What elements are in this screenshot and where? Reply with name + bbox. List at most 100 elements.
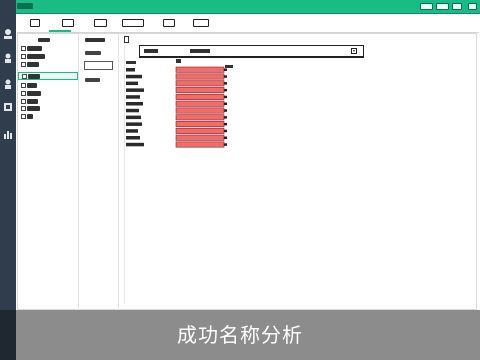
window-control-2[interactable] (436, 3, 449, 10)
chart-category-label (126, 74, 142, 79)
tree-node[interactable] (21, 54, 45, 60)
folder-icon (21, 114, 26, 119)
tree-node-label (27, 62, 39, 67)
chart-icon (4, 131, 12, 139)
tree-node-label (27, 46, 42, 51)
chart-legend-marker (176, 59, 181, 63)
chart-bar-value-tick (224, 143, 227, 146)
folder-icon (21, 91, 26, 96)
toolbar-button-2[interactable] (62, 19, 74, 27)
chart-category-label (126, 81, 138, 86)
page-icon[interactable] (124, 36, 129, 43)
chart-category-label (126, 122, 142, 126)
person-icon (5, 79, 11, 89)
chart-bar-value-tick (224, 88, 227, 92)
toolbar-button-5[interactable] (163, 19, 175, 27)
chart-bar[interactable] (175, 127, 225, 134)
tree-header (38, 38, 50, 42)
chart-bar[interactable] (175, 107, 225, 114)
caption-dark-strip (0, 310, 16, 360)
chart-category-label (126, 115, 141, 120)
app-window: ▾ (0, 0, 480, 360)
toolbar-button-1[interactable] (30, 19, 40, 27)
tree-node-label (27, 54, 45, 59)
tree-node-label (27, 106, 40, 111)
filter-bar[interactable]: ▾ (139, 45, 364, 57)
rail-user-button[interactable] (2, 28, 14, 42)
tree-node-label (27, 83, 37, 88)
chart-bar-value-tick (224, 122, 227, 126)
tree-node-label (27, 91, 41, 96)
chart-bar[interactable] (175, 93, 225, 100)
rail-person-button-2[interactable] (2, 78, 14, 92)
chart-bar[interactable] (175, 121, 225, 128)
tree-node[interactable] (21, 99, 38, 105)
box-icon (4, 103, 12, 111)
chart-bar[interactable] (175, 134, 225, 141)
dropdown-icon[interactable]: ▾ (351, 48, 357, 54)
chart-bar[interactable] (175, 73, 225, 80)
caption-text: 成功名称分析 (177, 323, 303, 347)
window-control-1[interactable] (420, 3, 433, 10)
window-control-3[interactable] (452, 3, 462, 10)
toolbar-button-3[interactable] (94, 19, 107, 27)
list-item[interactable] (85, 78, 100, 82)
chart-bar[interactable] (175, 66, 225, 73)
rail-box-button[interactable] (2, 101, 14, 115)
chart-bar[interactable] (175, 80, 225, 87)
tree-node[interactable] (21, 91, 41, 97)
list-item[interactable] (85, 51, 101, 55)
toolbar-button-4[interactable] (122, 19, 144, 27)
chart-bar[interactable] (175, 87, 225, 94)
chart-bar[interactable] (175, 114, 225, 121)
active-tab-indicator (49, 30, 71, 32)
chart-bar-value-tick (224, 129, 227, 133)
folder-icon (21, 62, 26, 67)
chart-category-label (126, 129, 138, 133)
chart-category-label (126, 102, 143, 106)
chart-category-label (126, 142, 144, 147)
bar-chart (124, 59, 254, 179)
chart-bar-value-tick (224, 102, 227, 105)
chart-bar[interactable] (175, 141, 225, 148)
folder-icon (21, 83, 26, 88)
list-input-box[interactable] (84, 61, 113, 70)
folder-icon (21, 99, 26, 104)
chart-category-label (126, 88, 144, 92)
chart-bar-value-tick (224, 116, 227, 119)
toolbar-button-6[interactable] (193, 19, 209, 27)
folder-icon (22, 74, 27, 79)
tree-node-label (28, 74, 40, 79)
tree-node[interactable] (21, 106, 40, 112)
filter-label (144, 49, 158, 53)
left-rail (0, 0, 16, 310)
rail-person-button-1[interactable] (2, 52, 14, 66)
chart-bar-value-tick (224, 136, 227, 139)
chart-bar-value-tick (224, 68, 227, 71)
chart-bar-value-tick (224, 95, 227, 99)
filter-value (190, 49, 210, 53)
folder-icon (21, 106, 26, 111)
tree-node-label (27, 99, 38, 104)
tree-node[interactable] (21, 62, 39, 68)
tree-node[interactable] (21, 114, 33, 120)
list-header (85, 38, 105, 42)
chart-value-label (225, 65, 233, 68)
window-control-4[interactable] (468, 3, 477, 10)
chart-bar[interactable] (175, 100, 225, 107)
person-icon (5, 53, 11, 63)
rail-chart-button[interactable] (2, 128, 14, 142)
tree-node-selected[interactable] (18, 72, 78, 80)
chart-bar-value-tick (224, 75, 227, 78)
tree-node[interactable] (21, 46, 42, 52)
chart-category-label (126, 108, 139, 113)
chart-bar-value-tick (224, 109, 227, 112)
chart-category-header (126, 61, 136, 64)
chart-category-label (126, 68, 135, 72)
window-title (17, 3, 33, 9)
chart-category-label (126, 136, 140, 140)
tree-node-label (27, 114, 33, 119)
tree-panel (18, 34, 79, 310)
chart-category-label (126, 95, 140, 99)
tree-node[interactable] (21, 83, 37, 89)
